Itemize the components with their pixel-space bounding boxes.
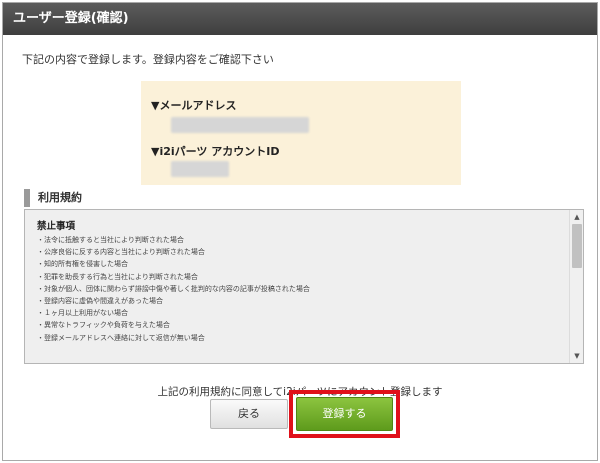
terms-item: ・公序良俗に反する内容と当社により判断された場合: [37, 248, 205, 257]
terms-item: ・法令に抵触すると当社により判断された場合: [37, 236, 184, 244]
terms-item: ・犯罪を助長する行為と当社により判断された場合: [37, 272, 198, 281]
scroll-up-arrow-icon[interactable]: ▲: [570, 210, 583, 224]
terms-item: ・異常なトラフィックや負荷を与えた場合: [37, 321, 170, 330]
register-button[interactable]: 登録する: [296, 397, 393, 431]
scroll-thumb[interactable]: [572, 224, 582, 268]
registration-info-box: ▼メールアドレス ▼i2iパーツ アカウントID: [141, 81, 461, 185]
panel-title: ユーザー登録(確認): [13, 11, 129, 26]
terms-item: ・知的所有権を侵害した場合: [37, 260, 128, 269]
account-id-label: ▼i2iパーツ アカウントID: [151, 145, 280, 158]
terms-scrollbar[interactable]: ▲ ▼: [569, 210, 583, 363]
back-button[interactable]: 戻る: [210, 399, 288, 429]
email-label: ▼メールアドレス: [151, 99, 237, 112]
terms-item: ・１ヶ月以上利用がない場合: [37, 309, 128, 318]
terms-content: 禁止事項 ・法令に抵触すると当社により判断された場合 ・公序良俗に反する内容と当…: [37, 218, 565, 344]
scroll-down-arrow-icon[interactable]: ▼: [570, 349, 583, 363]
terms-textbox[interactable]: 禁止事項 ・法令に抵触すると当社により判断された場合 ・公序良俗に反する内容と当…: [24, 209, 584, 364]
terms-item: ・対象が個人、団体に関わらず誹謗中傷や著しく批判的な内容の記事が投稿された場合: [37, 284, 310, 293]
registration-confirm-panel: ユーザー登録(確認) 下記の内容で登録します。登録内容をご確認下さい ▼メールア…: [2, 2, 598, 461]
terms-item: ・登録メールアドレスへ連絡に対して返信が無い場合: [37, 333, 205, 342]
terms-section-title: 利用規約: [24, 189, 584, 207]
panel-header: ユーザー登録(確認): [3, 3, 597, 35]
email-value-redacted: [171, 117, 309, 133]
terms-item: ・登録内容に虚偽や間違えがあった場合: [37, 297, 163, 306]
terms-heading: 禁止事項: [37, 221, 76, 232]
intro-text: 下記の内容で登録します。登録内容をご確認下さい: [22, 53, 274, 66]
account-id-value-redacted: [171, 161, 229, 177]
